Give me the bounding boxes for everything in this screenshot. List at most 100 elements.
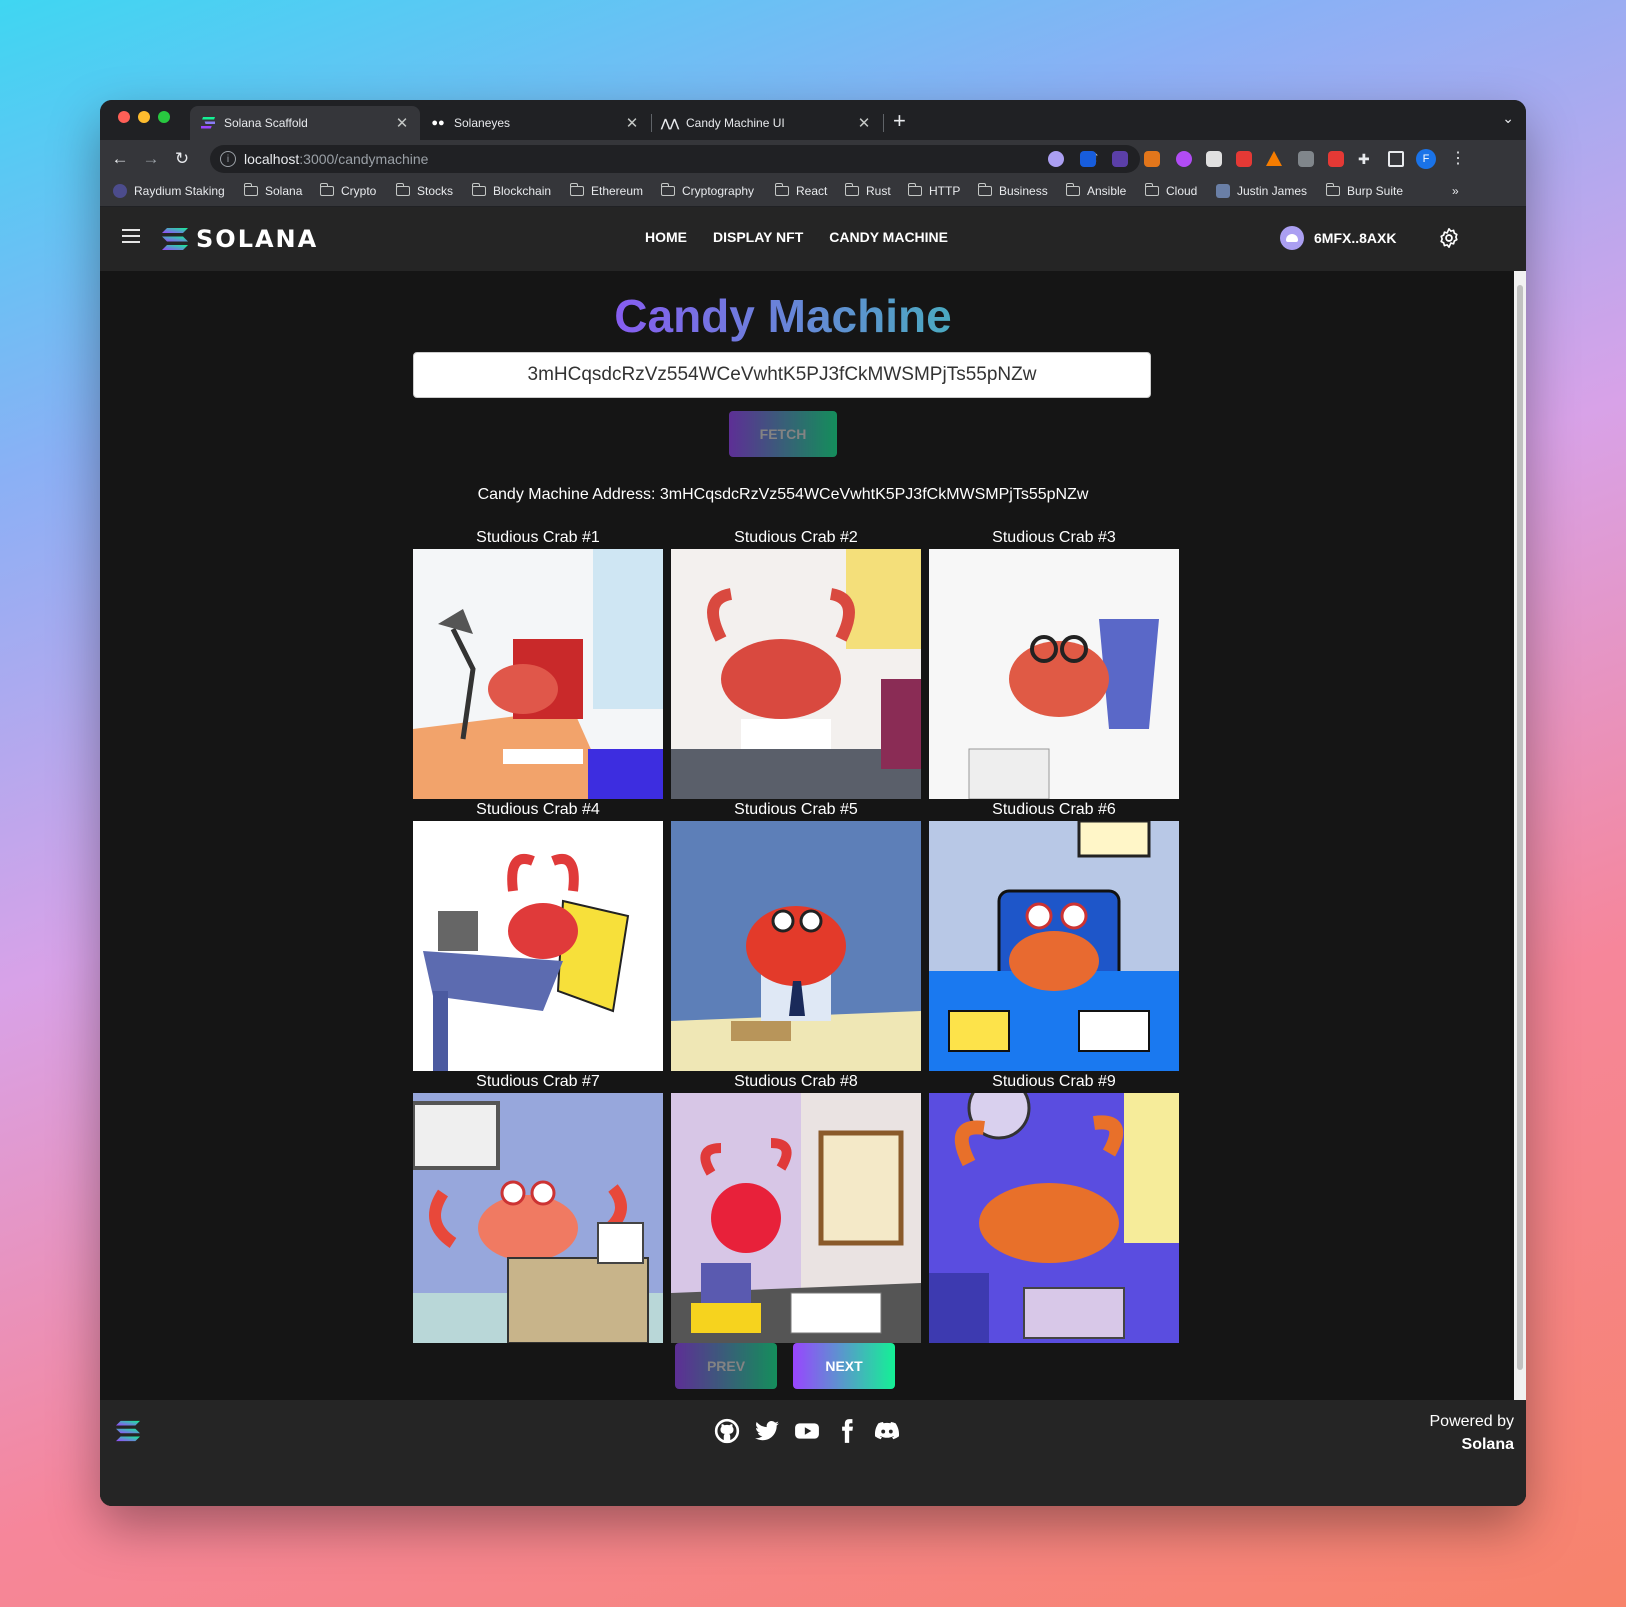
back-button[interactable]: ← xyxy=(109,148,131,170)
zoom-window-button[interactable] xyxy=(158,111,170,123)
candy-machine-address-label: Candy Machine Address: 3mHCqsdcRzVz554WC… xyxy=(477,486,1089,503)
nft-image[interactable] xyxy=(413,821,663,1071)
bookmark-folder-rust[interactable]: Rust xyxy=(844,183,891,198)
candy-machine-address-input[interactable] xyxy=(413,352,1151,398)
nft-card[interactable]: Studious Crab #9 xyxy=(929,1071,1179,1343)
reload-button[interactable]: ↻ xyxy=(171,148,193,170)
nav-candy-machine[interactable]: CANDY MACHINE xyxy=(829,229,948,245)
tab-close-icon[interactable]: ✕ xyxy=(394,114,410,132)
nft-image[interactable] xyxy=(929,549,1179,799)
prev-button[interactable]: PREV xyxy=(675,1343,777,1389)
settings-gear-icon[interactable] xyxy=(1438,227,1460,249)
fetch-button[interactable]: FETCH xyxy=(729,411,837,457)
nft-card[interactable]: Studious Crab #8 xyxy=(671,1071,921,1343)
tab-solana-scaffold[interactable]: Solana Scaffold ✕ xyxy=(190,106,420,140)
orange-triangle-extension-icon[interactable] xyxy=(1266,151,1282,166)
logo-text: SOLANA xyxy=(196,225,319,253)
solana-logo-icon xyxy=(162,228,188,250)
nft-image[interactable] xyxy=(413,1093,663,1343)
nft-image[interactable] xyxy=(671,1093,921,1343)
tab-solaneyes[interactable]: ●● Solaneyes ✕ xyxy=(420,106,650,140)
burp-extension-icon[interactable] xyxy=(1328,151,1344,167)
nft-name: Studious Crab #6 xyxy=(992,801,1116,818)
wallet-button[interactable]: 6MFX..8AXK xyxy=(1280,226,1396,250)
nft-image[interactable] xyxy=(413,549,663,799)
nft-image[interactable] xyxy=(929,821,1179,1071)
bookmark-justin-james[interactable]: Justin James xyxy=(1216,184,1307,198)
eyes-favicon-icon: ●● xyxy=(431,117,445,129)
site-info-icon[interactable]: i xyxy=(220,151,236,167)
nft-image[interactable] xyxy=(929,1093,1179,1343)
bookmark-folder-blockchain[interactable]: Blockchain xyxy=(471,183,552,198)
github-icon[interactable] xyxy=(714,1418,740,1444)
metamask-extension-icon[interactable] xyxy=(1144,151,1160,167)
twitter-icon[interactable] xyxy=(754,1418,780,1444)
extensions-puzzle-icon[interactable]: ✚ xyxy=(1358,151,1374,167)
bookmark-folder-ansible[interactable]: Ansible xyxy=(1065,183,1126,198)
app-navbar: SOLANA HOME DISPLAY NFT CANDY MACHINE 6M… xyxy=(100,207,1526,271)
bookmark-folder-http[interactable]: HTTP xyxy=(907,183,960,198)
nft-card[interactable]: Studious Crab #4 xyxy=(413,799,663,1071)
nav-display-nft[interactable]: DISPLAY NFT xyxy=(713,229,803,245)
nft-name: Studious Crab #2 xyxy=(734,529,858,546)
nft-card[interactable]: Studious Crab #7 xyxy=(413,1071,663,1343)
solana-logo[interactable]: SOLANA xyxy=(162,225,318,253)
bookmark-folder-solana[interactable]: Solana xyxy=(243,183,302,198)
side-panel-icon[interactable] xyxy=(1388,151,1404,167)
url-path: :3000/candymachine xyxy=(299,151,429,167)
folder-icon xyxy=(1065,183,1080,196)
nft-card[interactable]: Studious Crab #6 xyxy=(929,799,1179,1071)
bookmark-folder-business[interactable]: Business xyxy=(977,183,1048,198)
bookmark-folder-cryptography[interactable]: Cryptography xyxy=(660,183,754,198)
forward-button[interactable]: → xyxy=(140,148,162,170)
bookmark-folder-crypto[interactable]: Crypto xyxy=(319,183,376,198)
nft-image[interactable] xyxy=(671,821,921,1071)
powered-by-name[interactable]: Solana xyxy=(1462,1436,1514,1453)
tab-close-icon[interactable]: ✕ xyxy=(624,114,640,132)
nft-card[interactable]: Studious Crab #2 xyxy=(671,527,921,799)
nft-name: Studious Crab #3 xyxy=(992,529,1116,546)
wizard-extension-icon[interactable] xyxy=(1112,151,1128,167)
nft-card[interactable]: Studious Crab #3 xyxy=(929,527,1179,799)
bookmark-folder-react[interactable]: React xyxy=(774,183,827,198)
tab-separator xyxy=(883,114,884,132)
new-tab-button[interactable]: + xyxy=(893,108,906,134)
minimize-window-button[interactable] xyxy=(138,111,150,123)
bookmark-folder-ethereum[interactable]: Ethereum xyxy=(569,183,643,198)
bitwarden-extension-icon[interactable] xyxy=(1080,151,1096,167)
profile-avatar[interactable]: F xyxy=(1416,149,1436,169)
bookmark-folder-stocks[interactable]: Stocks xyxy=(395,183,453,198)
bookmark-label: Cloud xyxy=(1166,184,1198,198)
nft-image[interactable] xyxy=(671,549,921,799)
phantom-extension-icon[interactable] xyxy=(1048,151,1064,167)
hamburger-menu-icon[interactable] xyxy=(122,229,140,243)
facebook-icon[interactable] xyxy=(834,1418,860,1444)
nft-card[interactable]: Studious Crab #1 xyxy=(413,527,663,799)
tab-search-icon[interactable]: ⌄ xyxy=(1502,110,1514,127)
lock-extension-icon[interactable] xyxy=(1236,151,1252,167)
address-bar[interactable]: i localhost:3000/candymachine ⇪ ☆ xyxy=(210,145,1140,173)
powered-by-label: Powered by xyxy=(1429,1413,1515,1430)
bookmark-label: Blockchain xyxy=(493,184,552,198)
bookmark-raydium-staking[interactable]: Raydium Staking xyxy=(113,184,225,198)
close-window-button[interactable] xyxy=(118,111,130,123)
bookmarks-overflow-button[interactable]: » xyxy=(1452,184,1459,198)
ublock-extension-icon[interactable] xyxy=(1298,151,1314,167)
discord-icon[interactable] xyxy=(874,1418,900,1444)
bookmark-folder-burp-suite[interactable]: Burp Suite xyxy=(1325,183,1403,198)
folder-icon xyxy=(660,183,675,196)
tab-close-icon[interactable]: ✕ xyxy=(856,114,872,132)
page-scrollbar[interactable] xyxy=(1514,271,1526,1406)
scrollbar-thumb[interactable] xyxy=(1517,285,1523,1370)
purple-extension-icon[interactable] xyxy=(1176,151,1192,167)
nft-card[interactable]: Studious Crab #5 xyxy=(671,799,921,1071)
nav-home[interactable]: HOME xyxy=(645,229,687,245)
browser-menu-icon[interactable]: ⋮ xyxy=(1450,151,1466,167)
red-extension-icon[interactable] xyxy=(1206,151,1222,167)
tab-strip: Solana Scaffold ✕ ●● Solaneyes ✕ ⋀⋀ Cand… xyxy=(100,100,1526,140)
bookmark-folder-cloud[interactable]: Cloud xyxy=(1144,183,1198,198)
next-button[interactable]: NEXT xyxy=(793,1343,895,1389)
tab-candy-machine-ui[interactable]: ⋀⋀ Candy Machine UI ✕ xyxy=(652,106,882,140)
youtube-icon[interactable] xyxy=(794,1418,820,1444)
solana-footer-logo-icon[interactable] xyxy=(116,1420,140,1442)
